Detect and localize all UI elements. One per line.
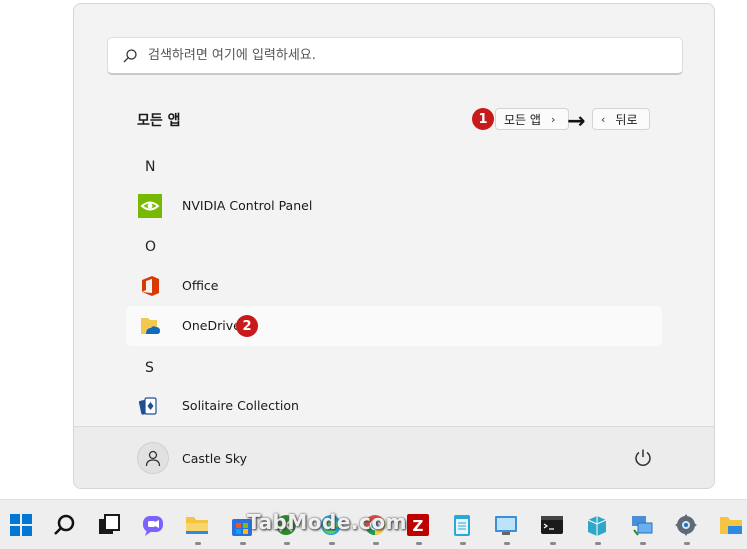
search-input[interactable] [148, 48, 668, 63]
power-icon[interactable] [632, 447, 654, 469]
step-badge-2: 2 [236, 315, 258, 337]
filezilla-icon[interactable]: Z [405, 512, 431, 538]
running-indicator [460, 542, 466, 545]
settings-gear-icon[interactable] [673, 512, 699, 538]
app-label-onedrive: OneDrive [182, 318, 241, 333]
app-label-office: Office [182, 278, 219, 293]
app-item-solitaire[interactable]: Solitaire Collection [126, 386, 662, 426]
remote-desktop-icon[interactable] [493, 512, 519, 538]
running-indicator [284, 542, 290, 545]
folder-icon[interactable] [718, 512, 744, 538]
running-indicator [373, 542, 379, 545]
letter-header-s[interactable]: S [145, 360, 154, 376]
chat-icon[interactable] [140, 512, 166, 538]
running-indicator [329, 542, 335, 545]
running-indicator [550, 542, 556, 545]
user-icon [145, 450, 161, 467]
search-icon [123, 48, 137, 62]
file-explorer-icon[interactable] [184, 512, 210, 538]
nvidia-icon [138, 194, 162, 218]
letter-header-o[interactable]: O [145, 239, 156, 255]
all-apps-button-label: 모든 앱 [504, 112, 541, 127]
running-indicator [240, 542, 246, 545]
back-button-label: 뒤로 [615, 112, 638, 127]
terminal-icon[interactable] [539, 512, 565, 538]
start-menu: 모든 앱 1 모든 앱 › → ‹ 뒤로 N NVIDIA Control Pa… [73, 3, 715, 489]
search-box[interactable] [107, 37, 683, 75]
svg-text:Z: Z [413, 517, 424, 535]
letter-header-n[interactable]: N [145, 159, 155, 175]
app-item-office[interactable]: Office [126, 266, 662, 306]
running-indicator [684, 542, 690, 545]
task-view-icon[interactable] [96, 512, 122, 538]
onedrive-icon [141, 318, 160, 334]
notepad-icon[interactable] [449, 512, 475, 538]
app-label-solitaire: Solitaire Collection [182, 398, 299, 413]
running-indicator [595, 542, 601, 545]
start-footer: Castle Sky [74, 426, 714, 488]
running-indicator [195, 542, 201, 545]
arrow-right-icon: → [567, 109, 586, 134]
app-label-nvidia: NVIDIA Control Panel [182, 198, 313, 213]
search-taskbar-icon[interactable] [52, 512, 78, 538]
office-icon [142, 276, 159, 296]
server-app-icon[interactable] [584, 512, 610, 538]
app-item-nvidia[interactable]: NVIDIA Control Panel [126, 186, 662, 226]
running-indicator [640, 542, 646, 545]
back-button[interactable]: ‹ 뒤로 [592, 108, 650, 130]
chevron-left-icon: ‹ [601, 112, 606, 126]
solitaire-icon [138, 397, 157, 415]
app-item-onedrive[interactable]: OneDrive 2 [126, 306, 662, 346]
watermark: TabMode.com [247, 510, 407, 534]
step-badge-1: 1 [472, 108, 494, 130]
running-indicator [504, 542, 510, 545]
chevron-right-icon: › [550, 112, 556, 126]
windows-start-icon[interactable] [8, 512, 34, 538]
all-apps-button[interactable]: 모든 앱 › [495, 108, 569, 130]
user-name[interactable]: Castle Sky [182, 451, 247, 466]
user-avatar[interactable] [137, 442, 169, 474]
all-apps-title: 모든 앱 [137, 113, 181, 129]
network-computer-icon[interactable] [629, 512, 655, 538]
running-indicator [416, 542, 422, 545]
